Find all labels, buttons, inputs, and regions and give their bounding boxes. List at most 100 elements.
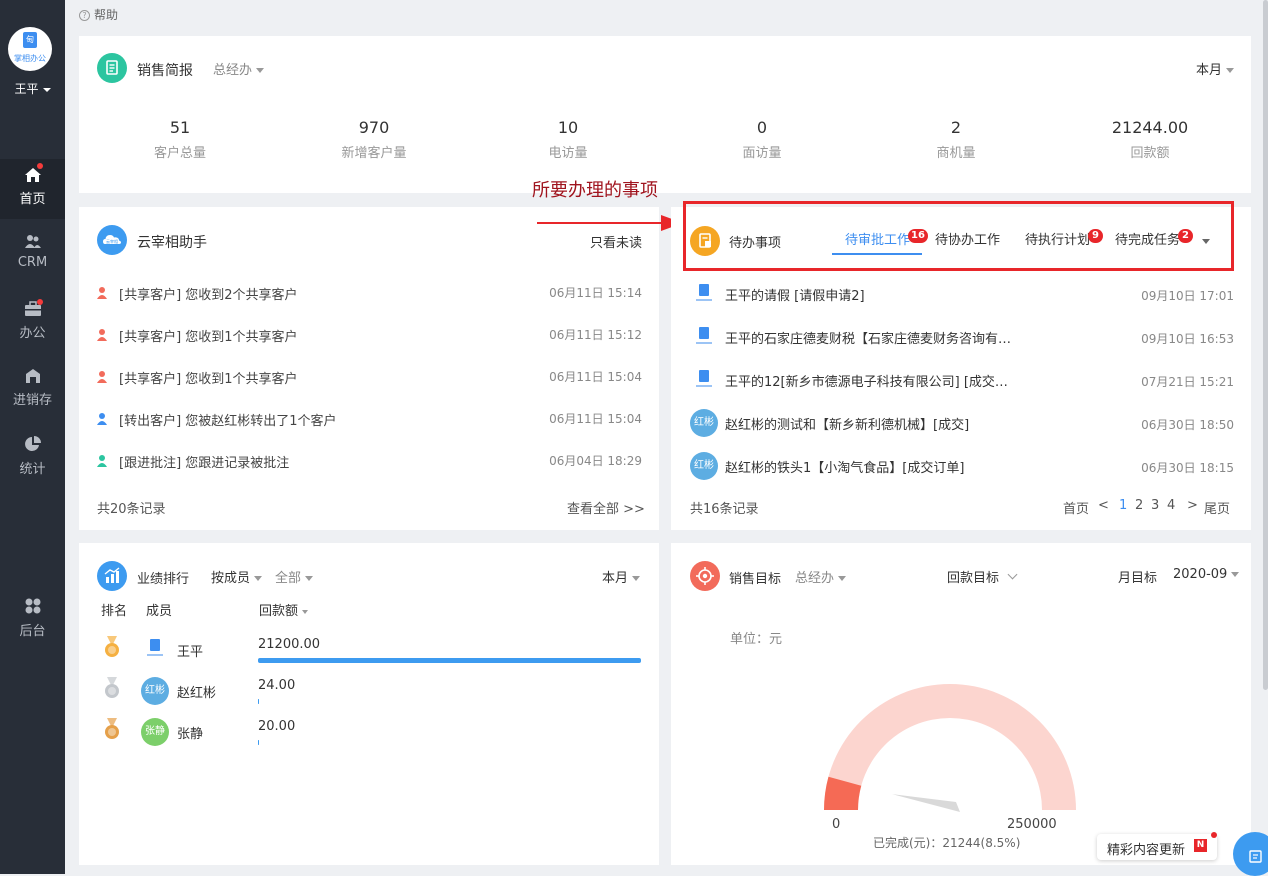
stat-label: 回款额 [1130,146,1170,161]
sidebar-item-label: 统计 [19,462,46,477]
ranking-row[interactable]: 王平 21200.00 [100,634,645,664]
page-scrollbar[interactable] [1263,0,1268,690]
period-type-label: 月目标 [1118,571,1158,586]
assistant-total: 共20条记录 [97,502,166,517]
ranking-period-dropdown[interactable]: 本月 [602,567,641,586]
stat-phone-visits[interactable]: 10 电访量 [468,118,668,161]
todo-item-text: 王平的12[新乡市德源电子科技有限公司] [成交订单] [725,375,1020,390]
assistant-list-item[interactable]: [转出客户] 您被赵红彬转出了1个客户 06月11日 15:04 [97,410,642,430]
user-avatar: 张静 [141,718,169,746]
stat-label: 面访量 [742,146,782,161]
assistant-item-time: 06月11日 15:14 [549,286,642,300]
assistant-list-item[interactable]: [跟进批注] 您跟进记录被批注 06月04日 18:29 [97,452,642,472]
assistant-item-time: 06月11日 15:04 [549,370,642,384]
assistant-list-item[interactable]: [共享客户] 您收到1个共享客户 06月11日 15:04 [97,368,642,388]
target-scope-dropdown[interactable]: 总经办 [795,567,847,586]
member-name: 赵红彬 [177,686,217,701]
page-2[interactable]: 2 [1135,498,1143,513]
page-1[interactable]: 1 [1119,498,1127,513]
sidebar-item-admin[interactable]: 后台 [0,592,65,652]
gauge-min-label: 0 [832,817,841,832]
stat-face-visits[interactable]: 0 面访量 [662,118,862,161]
todo-list-item[interactable]: 王平的石家庄德麦财税【石家庄德麦财务咨询有限公司】[成交订单] 09月10日 16… [690,323,1234,351]
member-name: 张静 [177,727,204,742]
help-link[interactable]: ? 帮助 [79,6,118,23]
column-rank: 排名 [101,604,128,619]
todo-icon [690,226,720,256]
assistant-list-item[interactable]: [共享客户] 您收到2个共享客户 06月11日 15:14 [97,284,642,304]
question-icon: ? [79,10,90,21]
completed-text: 已完成(元)：21244(8.5%) [873,836,1021,850]
stat-new-customers[interactable]: 970 新增客户量 [274,118,474,161]
view-all-link[interactable]: 查看全部 >> [567,498,645,517]
page-3[interactable]: 3 [1151,498,1159,513]
tabs-more-dropdown[interactable] [1198,234,1210,249]
tab-pending-approval[interactable]: 待审批工作16 [845,229,928,248]
stat-payments[interactable]: 21244.00 回款额 [1050,118,1250,161]
tab-pending-assist[interactable]: 待协办工作 [935,229,1000,248]
tab-pending-task[interactable]: 待完成任务 2 [1115,229,1194,248]
promo-update-button[interactable]: 精彩内容更新 N [1097,832,1217,860]
sidebar-item-crm[interactable]: CRM [0,228,65,288]
sidebar-item-office[interactable]: 办公 [0,295,65,355]
group-by-dropdown[interactable]: 按成员 [211,567,263,586]
stat-total-customers[interactable]: 51 客户总量 [80,118,280,161]
user-name: 王平 [14,82,39,96]
todo-item-time: 09月10日 17:01 [1141,289,1234,303]
chat-float-button[interactable] [1233,832,1268,876]
period-label: 本月 [602,571,629,586]
page-last[interactable]: 尾页 [1204,498,1230,517]
sales-brief-title: 销售简报 [137,63,193,79]
target-type-dropdown[interactable]: 回款目标 [947,567,1018,586]
page-4[interactable]: 4 [1167,498,1175,513]
sidebar-item-statistics[interactable]: 统计 [0,430,65,490]
logo-mark: 甸 [23,32,37,48]
sidebar-item-inventory[interactable]: 进销存 [0,362,65,422]
ranking-scope-dropdown[interactable]: 全部 [275,567,314,586]
promo-text: 精彩内容更新 [1107,843,1186,858]
annotation-arrow [537,215,683,231]
ranking-row[interactable]: 张静 张静 20.00 [100,716,645,746]
page-first[interactable]: 首页 [1063,498,1089,517]
sales-target-title: 销售目标 [729,572,782,587]
sales-brief-period-dropdown[interactable]: 本月 [1196,59,1235,78]
todo-list-item[interactable]: 王平的请假 [请假申请2] 09月10日 17:01 [690,280,1234,308]
stat-opportunities[interactable]: 2 商机量 [856,118,1056,161]
chat-icon [1249,850,1262,863]
amount-bar [258,658,641,663]
assistant-item-text: [转出客户] 您被赵红彬转出了1个客户 [119,414,337,429]
month-dropdown[interactable]: 2020-09 [1173,567,1240,582]
tab-badge: 2 [1178,229,1194,243]
warehouse-icon [25,369,40,383]
todo-item-text: 王平的石家庄德麦财税【石家庄德麦财务咨询有限公司】[成交订单] [725,332,1020,347]
todo-list-item[interactable]: 王平的12[新乡市德源电子科技有限公司] [成交订单] 07月21日 15:21 [690,366,1234,394]
assistant-list-item[interactable]: [共享客户] 您收到1个共享客户 06月11日 15:12 [97,326,642,346]
todo-list-item[interactable]: 红彬 赵红彬的铁头1【小淘气食品】[成交订单] 06月30日 18:15 [690,452,1234,480]
todo-total: 共16条记录 [690,502,759,517]
ranking-row[interactable]: 红彬 赵红彬 24.00 [100,675,645,705]
column-amount: 回款额 [259,604,299,619]
todo-list-item[interactable]: 红彬 赵红彬的测试和【新乡新利德机械】[成交] 06月30日 18:50 [690,409,1234,437]
assistant-item-text: [共享客户] 您收到1个共享客户 [119,372,298,387]
user-transfer-icon [97,412,109,425]
tab-badge: 9 [1088,229,1104,243]
page-next[interactable]: > [1187,498,1198,513]
sidebar: 甸 掌相办公 王平 首页 CRM 办公 进销存 统计 后台 [0,0,65,874]
todo-title: 待办事项 [729,236,782,251]
sales-brief-scope-dropdown[interactable]: 总经办 [213,59,265,78]
gauge-chart [824,684,1076,812]
member-amount: 21200.00 [258,637,321,652]
column-amount-sort[interactable]: 回款额 [259,600,309,619]
tab-label: 待审批工作 [845,233,911,248]
tab-active-indicator [832,253,922,255]
user-menu[interactable]: 王平 [0,80,65,97]
sidebar-item-home[interactable]: 首页 [0,159,65,219]
tab-pending-plan[interactable]: 待执行计划 9 [1025,229,1104,248]
users-icon [97,370,109,383]
scope-label: 总经办 [795,571,835,586]
page-prev[interactable]: < [1098,498,1109,513]
gauge-max-label: 250000 [1007,817,1057,832]
group-by-label: 按成员 [211,571,251,586]
company-logo-avatar[interactable]: 甸 掌相办公 [8,27,52,71]
user-avatar: 红彬 [690,409,718,437]
